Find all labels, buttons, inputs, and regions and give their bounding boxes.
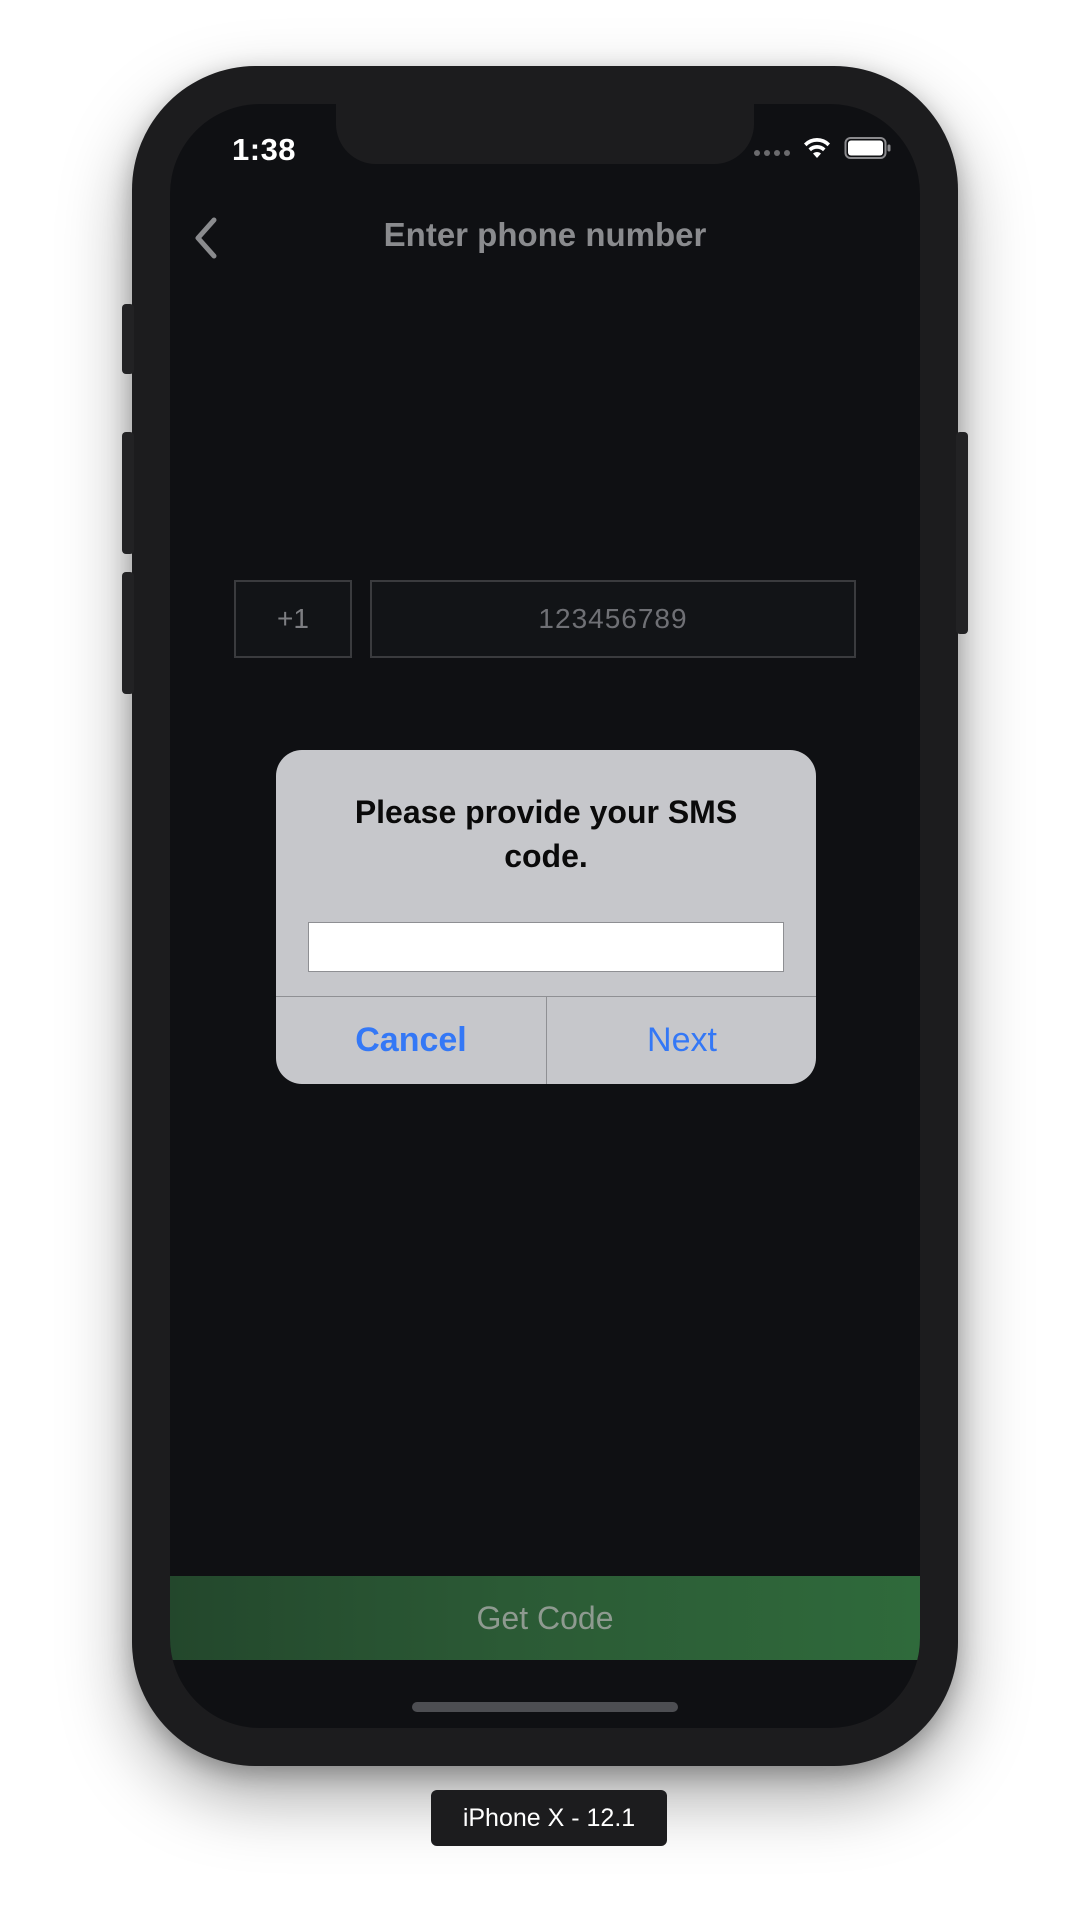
phone-screen: 1:38 Enter phone number +1 123456789 Get… xyxy=(170,104,920,1728)
simulator-stage: 1:38 Enter phone number +1 123456789 Get… xyxy=(0,0,1090,1928)
power-button xyxy=(956,432,968,634)
device-label: iPhone X - 12.1 xyxy=(431,1790,667,1846)
wifi-icon xyxy=(804,137,830,158)
sms-code-dialog: Please provide your SMS code. Cancel Nex… xyxy=(276,750,816,1084)
home-indicator xyxy=(412,1702,678,1712)
cancel-button[interactable]: Cancel xyxy=(276,997,546,1084)
country-code-field[interactable]: +1 xyxy=(234,580,352,658)
mute-switch xyxy=(122,304,134,374)
battery-icon xyxy=(844,137,891,159)
next-button[interactable]: Next xyxy=(547,997,816,1084)
status-time: 1:38 xyxy=(232,132,297,167)
get-code-button[interactable]: Get Code xyxy=(170,1576,920,1660)
status-icons xyxy=(754,136,892,160)
sms-code-input[interactable] xyxy=(308,922,784,972)
notch xyxy=(336,104,754,164)
phone-number-input[interactable]: 123456789 xyxy=(370,580,856,658)
signal-dots-icon xyxy=(754,150,790,156)
dialog-title: Please provide your SMS code. xyxy=(354,794,738,874)
nav-title: Enter phone number xyxy=(383,216,707,253)
volume-down-button xyxy=(122,572,134,694)
volume-up-button xyxy=(122,432,134,554)
